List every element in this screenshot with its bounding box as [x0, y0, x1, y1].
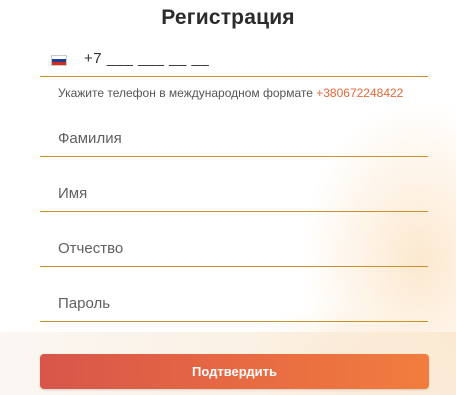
russia-flag-icon[interactable] [51, 55, 67, 66]
lastname-field [40, 120, 428, 157]
phone-hint: Укажите телефон в международном формате … [58, 86, 403, 100]
registration-form: Регистрация +7 ___ ___ __ __ Укажите тел… [0, 0, 456, 395]
submit-button[interactable]: Подтвердить [40, 354, 429, 389]
middlename-input[interactable] [40, 230, 428, 266]
password-field [40, 285, 428, 322]
phone-input-value[interactable]: +7 ___ ___ __ __ [84, 50, 209, 67]
page-title: Регистрация [161, 6, 295, 29]
middlename-field [40, 230, 428, 267]
firstname-input[interactable] [40, 175, 428, 211]
firstname-field [40, 175, 428, 212]
lastname-input[interactable] [40, 120, 428, 156]
phone-field[interactable]: +7 ___ ___ __ __ [40, 44, 428, 77]
phone-hint-text: Укажите телефон в международном формате [58, 86, 313, 100]
password-input[interactable] [40, 285, 428, 321]
phone-hint-example: +380672248422 [316, 86, 404, 100]
